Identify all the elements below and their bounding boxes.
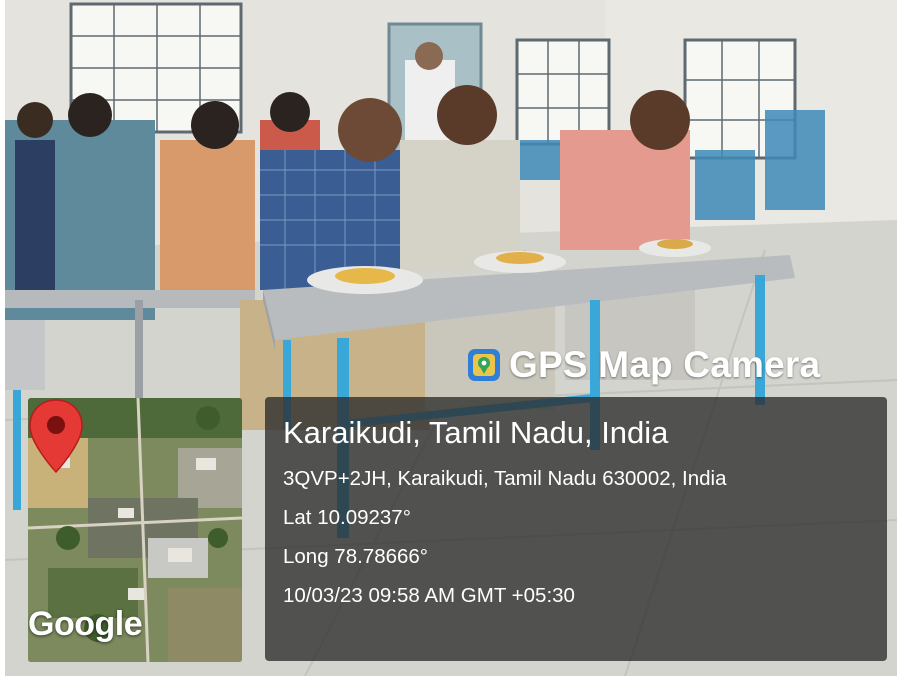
gps-map-camera-icon [468,349,500,381]
datetime-text: 10/03/23 09:58 AM GMT +05:30 [283,584,575,607]
app-branding: GPS Map Camera [467,343,820,387]
longitude-text: Long 78.78666° [283,545,429,568]
map-thumbnail: Google [28,398,242,662]
place-name: Karaikudi, Tamil Nadu, India [283,415,669,450]
latitude-text: Lat 10.09237° [283,506,411,529]
google-attribution: Google [28,605,143,643]
app-name: GPS Map Camera [509,344,821,385]
photo-frame: GPS Map Camera Karaikudi, Tamil Nadu, In… [5,0,897,676]
address-text: 3QVP+2JH, Karaikudi, Tamil Nadu 630002, … [283,467,727,490]
map-pin-icon [29,399,83,474]
location-info-panel: Karaikudi, Tamil Nadu, India 3QVP+2JH, K… [265,397,887,661]
